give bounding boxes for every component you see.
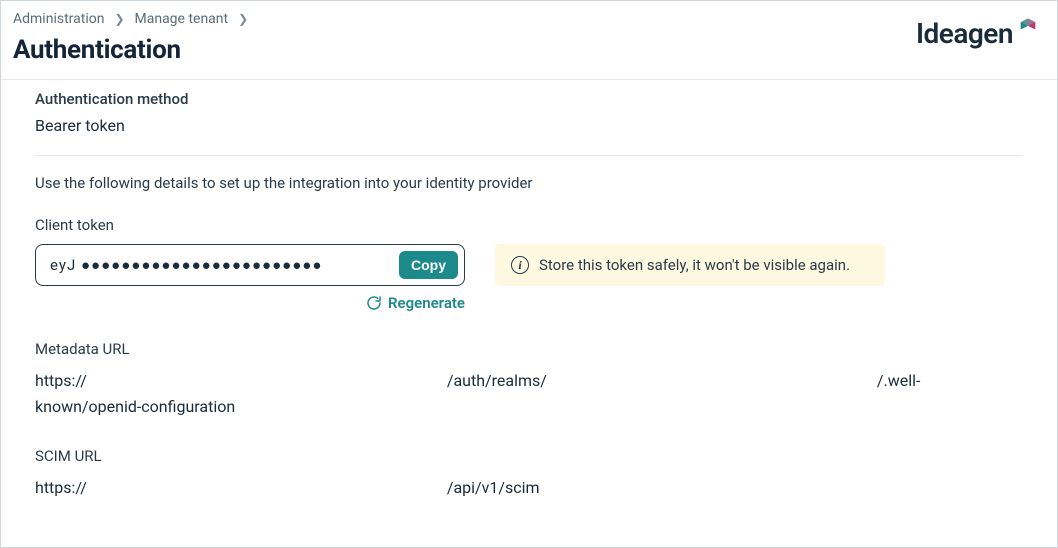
metadata-url-label: Metadata URL [35,340,1023,358]
page-title: Authentication [13,35,916,65]
token-safety-alert: i Store this token safely, it won't be v… [495,244,885,286]
auth-method-value: Bearer token [35,116,1023,135]
info-icon: i [511,256,529,274]
refresh-icon [366,295,382,311]
divider [35,155,1023,156]
chevron-right-icon: ❯ [114,12,124,26]
regenerate-label: Regenerate [388,294,465,312]
breadcrumb: Administration ❯ Manage tenant ❯ [13,11,916,27]
brand-logo: Ideagen [916,17,1039,50]
scim-url-label: SCIM URL [35,447,1023,465]
page-header: Administration ❯ Manage tenant ❯ Authent… [1,1,1057,80]
alert-text: Store this token safely, it won't be vis… [539,256,850,274]
breadcrumb-manage-tenant[interactable]: Manage tenant [135,11,229,27]
client-token-value: eyJ ●●●●●●●●●●●●●●●●●●●●●●●● [50,256,399,274]
breadcrumb-administration[interactable]: Administration [13,11,104,27]
chevron-right-icon: ❯ [238,12,248,26]
client-token-label: Client token [35,216,1023,234]
metadata-url-value: https:///auth/realms//.well-known/openid… [35,368,1023,419]
copy-button[interactable]: Copy [399,251,458,279]
brand-name: Ideagen [916,17,1013,50]
brand-mark-icon [1017,13,1039,35]
regenerate-button[interactable]: Regenerate [35,294,465,312]
auth-method-label: Authentication method [35,90,1023,108]
scim-url-value: https:///api/v1/scim [35,475,1023,501]
client-token-field: eyJ ●●●●●●●●●●●●●●●●●●●●●●●● Copy [35,244,465,286]
content-area: Authentication method Bearer token Use t… [1,80,1057,521]
integration-help-text: Use the following details to set up the … [35,174,1023,192]
